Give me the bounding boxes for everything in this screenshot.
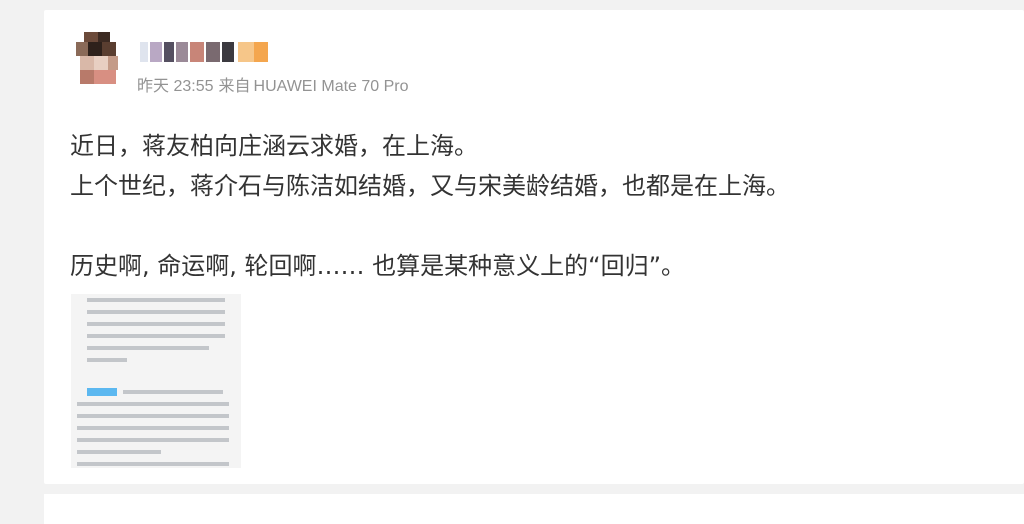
content-line-4: 历史啊, 命运啊, 轮回啊…… 也算是某种意义上的“回归”。 <box>70 252 686 280</box>
content-line-1: 近日，蒋友柏向庄涵云求婚，在上海。 <box>70 132 478 160</box>
content-line-2: 上个世纪，蒋介石与陈洁如结婚，又与宋美龄结婚，也都是在上海。 <box>70 172 790 200</box>
source-prefix: 来自 <box>218 78 251 95</box>
avatar[interactable] <box>76 32 120 84</box>
post-content: 近日，蒋友柏向庄涵云求婚，在上海。 上个世纪，蒋介石与陈洁如结婚，又与宋美龄结婚… <box>70 126 790 286</box>
post-meta: 昨天 23:55 来自 HUAWEI Mate 70 Pro <box>137 72 414 96</box>
post-time[interactable]: 昨天 23:55 <box>137 78 214 95</box>
next-post-card <box>44 494 1024 524</box>
content-blank-line <box>70 206 790 246</box>
post-card: 昨天 23:55 来自 HUAWEI Mate 70 Pro 近日，蒋友柏向庄涵云求… <box>44 10 1024 484</box>
device-source[interactable]: HUAWEI Mate 70 Pro <box>254 78 409 95</box>
post-image-thumbnail[interactable] <box>71 294 241 468</box>
